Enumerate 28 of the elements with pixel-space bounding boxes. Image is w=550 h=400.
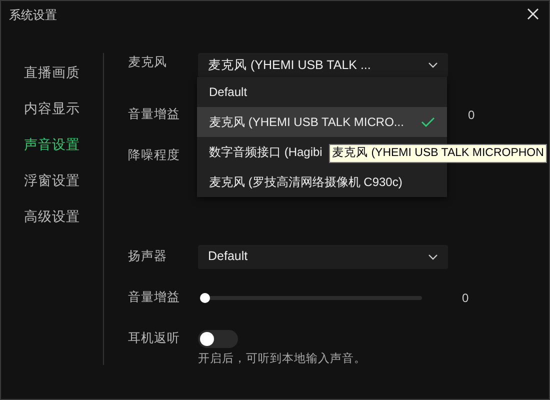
window-title: 系统设置 xyxy=(9,7,57,24)
sidebar-item[interactable]: 高级设置 xyxy=(1,199,80,235)
sidebar-item[interactable]: 浮窗设置 xyxy=(1,163,80,199)
field-label: 音量增益 xyxy=(128,106,181,124)
field-label: 音量增益 xyxy=(128,289,181,306)
sidebar-item[interactable]: 内容显示 xyxy=(1,91,80,127)
field-label: 降噪程度 xyxy=(128,147,181,164)
value-reading: 0 xyxy=(462,290,469,306)
dropdown-option[interactable]: 麦克风 (YHEMI USB TALK MICRO... xyxy=(197,107,447,137)
hint-text: 开启后，可听到本地输入声音。 xyxy=(198,351,367,367)
dropdown-option[interactable]: 麦克风 (罗技高清网络摄像机 C930c) xyxy=(197,167,447,197)
tooltip: 麦克风 (YHEMI USB TALK MICROPHON xyxy=(329,144,547,163)
field-label: 麦克风 xyxy=(128,54,168,71)
sidebar-item[interactable]: 声音设置 xyxy=(1,127,80,163)
slider-thumb[interactable] xyxy=(200,292,210,302)
checkmark-icon xyxy=(421,117,435,127)
value-reading: 0 xyxy=(468,106,475,124)
dropdown[interactable]: 麦克风 (YHEMI USB TALK ... xyxy=(198,53,448,77)
close-button[interactable] xyxy=(525,6,541,22)
field-label: 耳机返听 xyxy=(128,330,181,348)
slider[interactable] xyxy=(200,292,422,302)
toggle-switch[interactable] xyxy=(198,330,238,348)
dropdown-option[interactable]: Default xyxy=(197,77,447,107)
chevron-down-icon xyxy=(428,254,438,260)
field-label: 扬声器 xyxy=(128,248,168,266)
dropdown[interactable]: Default xyxy=(198,244,448,268)
sidebar-item[interactable]: 直播画质 xyxy=(1,55,80,91)
chevron-down-icon xyxy=(428,62,438,68)
